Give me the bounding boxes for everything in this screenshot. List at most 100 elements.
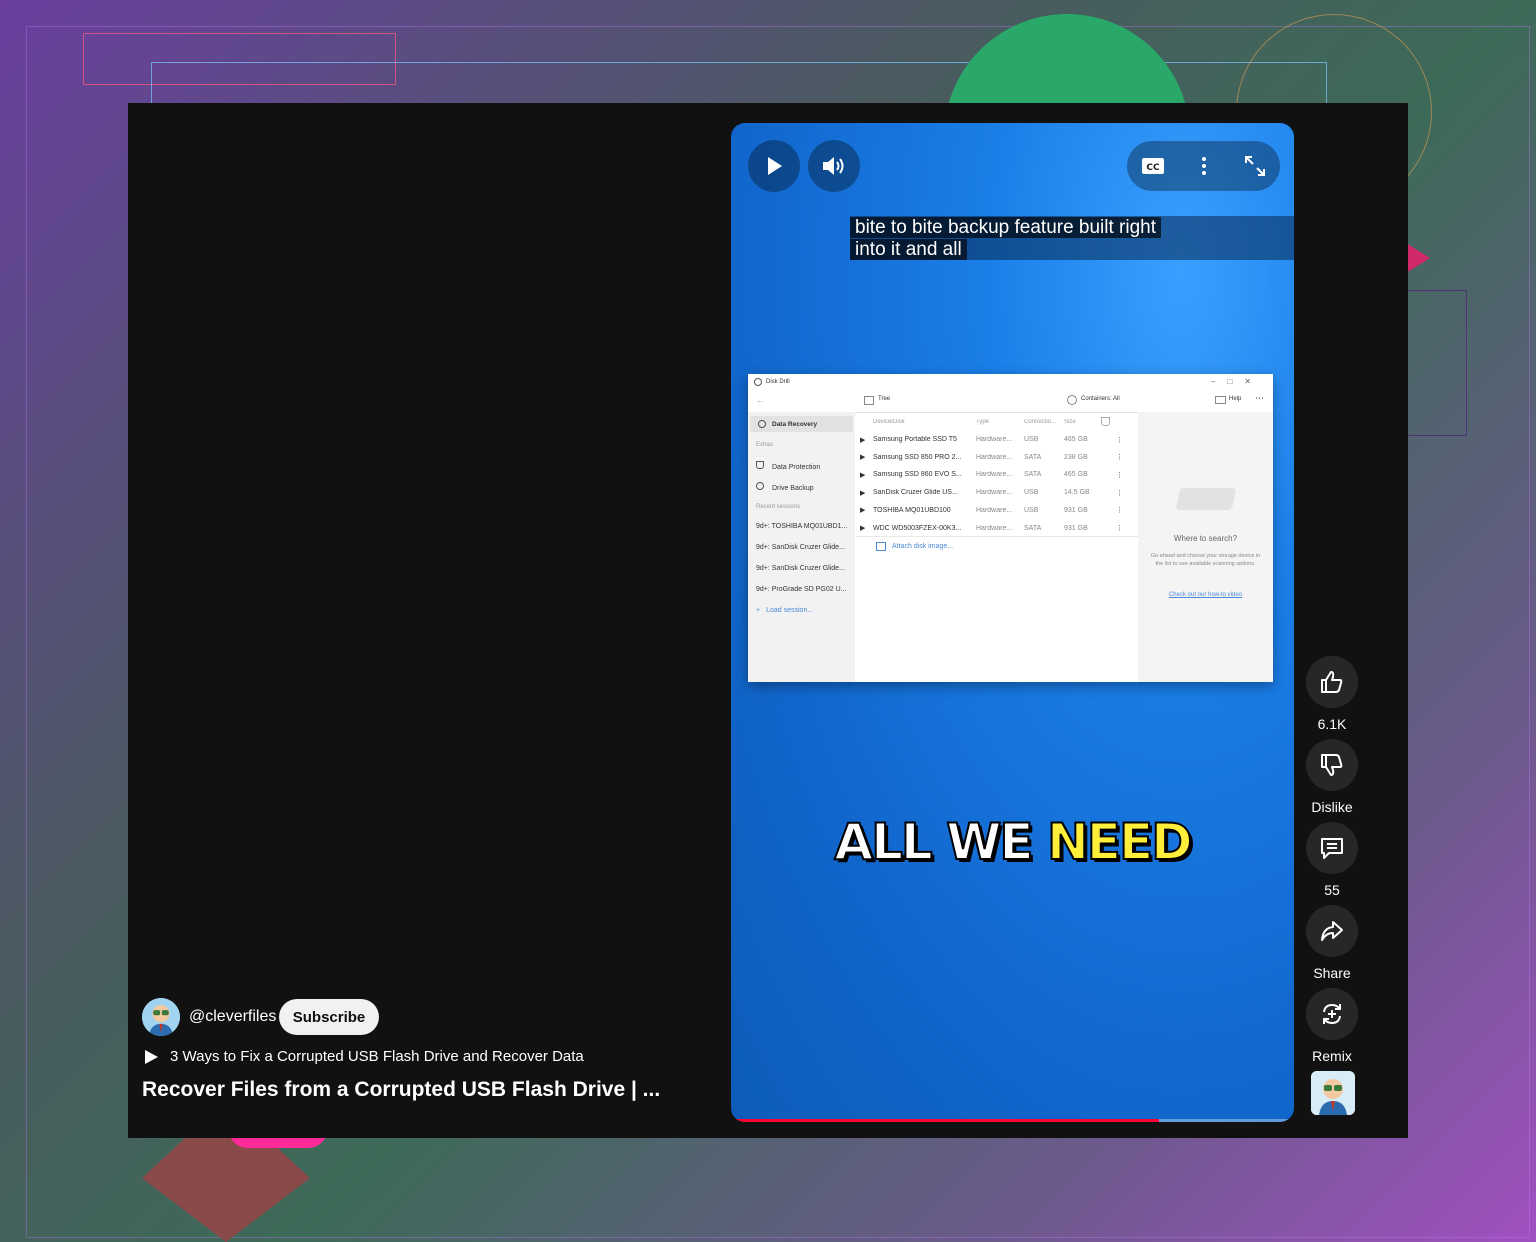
expand-arrow-icon: ▶ bbox=[860, 507, 866, 515]
app-title: Disk Drill bbox=[766, 379, 790, 385]
panel-body: Go ahead and choose your storage device … bbox=[1150, 553, 1261, 567]
progress-fill bbox=[731, 1119, 1159, 1122]
col-header: Type bbox=[976, 418, 990, 425]
session-item[interactable]: 9d+: TOSHIBA MQ01UBD1... bbox=[756, 523, 847, 530]
volume-icon bbox=[823, 157, 844, 175]
remix-button[interactable] bbox=[1306, 988, 1358, 1040]
device-row[interactable]: ▶ SanDisk Cruzer Glide US... Hardware... US… bbox=[856, 484, 1138, 501]
audio-thumbnail[interactable] bbox=[1311, 1071, 1355, 1115]
row-more-icon: ⋮ bbox=[1116, 436, 1123, 444]
sidebar-item-drive-backup[interactable]: Drive Backup bbox=[756, 482, 814, 492]
session-item[interactable]: 9d+: SanDisk Cruzer Glide... bbox=[756, 565, 845, 572]
sidebar-label: Drive Backup bbox=[772, 485, 814, 492]
comment-icon bbox=[1321, 838, 1343, 859]
device-type: Hardware... bbox=[976, 524, 1013, 532]
remix-label: Remix bbox=[1312, 1048, 1352, 1064]
how-to-video-link[interactable]: Check out our how-to video bbox=[1138, 592, 1273, 598]
device-size: 238 GB bbox=[1064, 453, 1088, 461]
device-row[interactable]: ▶ Samsung Portable SSD T5 Hardware... USB 46… bbox=[856, 431, 1138, 448]
device-size: 931 GB bbox=[1064, 524, 1088, 532]
avatar-icon bbox=[1311, 1071, 1355, 1115]
comments-button[interactable] bbox=[1306, 822, 1358, 874]
device-row[interactable]: ▶ TOSHIBA MQ01UBD100 Hardware... USB 931 GB ⋮ bbox=[856, 502, 1138, 519]
app-logo-icon bbox=[754, 378, 762, 386]
dislike-button[interactable] bbox=[1306, 739, 1358, 791]
fullscreen-icon bbox=[1244, 156, 1265, 176]
channel-avatar[interactable] bbox=[142, 998, 180, 1036]
row-more-icon: ⋮ bbox=[1116, 525, 1123, 532]
row-more-icon: ⋮ bbox=[1116, 454, 1123, 462]
related-video-title: 3 Ways to Fix a Corrupted USB Flash Driv… bbox=[170, 1048, 584, 1065]
session-item[interactable]: 9d+: ProGrade SD PG02 U... bbox=[756, 586, 846, 593]
bg-decoration bbox=[1408, 290, 1467, 436]
disk-drill-window: Disk Drill –□✕ ← Tree Containers: All He… bbox=[748, 374, 1273, 682]
play-button[interactable] bbox=[748, 140, 800, 192]
shield-icon bbox=[1101, 417, 1110, 426]
col-header: Size bbox=[1064, 418, 1076, 425]
view-dropdown[interactable]: Tree bbox=[878, 396, 890, 402]
plus-icon: + bbox=[756, 607, 761, 614]
containers-icon bbox=[1067, 395, 1077, 405]
sidebar-item-data-recovery[interactable]: Data Recovery bbox=[750, 416, 853, 432]
play-icon bbox=[145, 1049, 158, 1064]
dislike-label: Dislike bbox=[1311, 799, 1353, 815]
list-header: Device/Disk Type Connectio... Size bbox=[856, 413, 1138, 430]
disk-image-icon bbox=[876, 542, 886, 551]
progress-bar[interactable] bbox=[731, 1119, 1294, 1122]
thumbs-up-icon bbox=[1321, 671, 1343, 693]
window-controls: –□✕ bbox=[1211, 377, 1263, 386]
row-more-icon: ⋮ bbox=[1116, 471, 1123, 479]
device-size: 931 GB bbox=[1064, 506, 1088, 514]
help-icon bbox=[1215, 396, 1226, 404]
device-name: TOSHIBA MQ01UBD100 bbox=[873, 506, 951, 514]
share-button[interactable] bbox=[1306, 905, 1358, 957]
channel-name[interactable]: @cleverfiles bbox=[189, 1008, 276, 1026]
like-button[interactable] bbox=[1306, 656, 1358, 708]
short-video[interactable]: CC bite to bite backup feature built rig… bbox=[731, 123, 1294, 1122]
video-title[interactable]: Recover Files from a Corrupted USB Flash… bbox=[142, 1078, 660, 1102]
captions-button[interactable]: CC bbox=[1138, 151, 1168, 181]
row-more-icon: ⋮ bbox=[1116, 489, 1123, 497]
caption-line: bite to bite backup feature built right bbox=[850, 217, 1162, 238]
device-name: Samsung SSD 860 EVO S... bbox=[873, 471, 962, 479]
caption-line: into it and all bbox=[850, 239, 967, 260]
fullscreen-button[interactable] bbox=[1240, 151, 1270, 181]
device-row[interactable]: ▶ Samsung SSD 850 PRO 2... Hardware... SATA… bbox=[856, 449, 1138, 466]
share-icon bbox=[1321, 921, 1343, 941]
back-arrow-icon: ← bbox=[756, 395, 765, 405]
more-vert-icon bbox=[1201, 157, 1206, 175]
more-options-button[interactable] bbox=[1189, 151, 1219, 181]
overlay-text-highlight: NEED bbox=[1046, 812, 1194, 872]
expand-arrow-icon: ▶ bbox=[860, 489, 866, 497]
device-name: SanDisk Cruzer Glide US... bbox=[873, 489, 958, 497]
containers-dropdown[interactable]: Containers: All bbox=[1081, 396, 1120, 402]
col-header: Device/Disk bbox=[873, 418, 905, 425]
session-item[interactable]: 9d+: SanDisk Cruzer Glide... bbox=[756, 544, 845, 551]
sidebar-item-data-protection[interactable]: Data Protection bbox=[756, 461, 820, 471]
row-more-icon: ⋮ bbox=[1116, 507, 1123, 515]
dislike-action: Dislike bbox=[1306, 739, 1358, 815]
like-action: 6.1K bbox=[1306, 656, 1358, 732]
panel-heading: Where to search? bbox=[1173, 534, 1238, 543]
expand-arrow-icon: ▶ bbox=[860, 454, 866, 462]
expand-arrow-icon: ▶ bbox=[860, 525, 866, 532]
volume-button[interactable] bbox=[808, 140, 860, 192]
sidebar-section-extras: Extras bbox=[756, 442, 774, 448]
device-name: Samsung SSD 850 PRO 2... bbox=[873, 453, 962, 461]
subscribe-button[interactable]: Subscribe bbox=[279, 999, 379, 1035]
where-to-search-panel: Where to search? Go ahead and choose you… bbox=[1138, 412, 1273, 682]
load-session-link[interactable]: + Load session... bbox=[756, 607, 813, 614]
sidebar-label: Data Recovery bbox=[772, 421, 818, 428]
device-type: Hardware... bbox=[976, 506, 1013, 514]
related-video-link[interactable]: 3 Ways to Fix a Corrupted USB Flash Driv… bbox=[142, 1048, 584, 1065]
device-row[interactable]: ▶ Samsung SSD 860 EVO S... Hardware... SATA… bbox=[856, 466, 1138, 483]
comment-count: 55 bbox=[1324, 882, 1340, 898]
overlay-text-white: ALL WE bbox=[833, 812, 1034, 872]
device-size: 465 GB bbox=[1064, 436, 1088, 443]
attach-disk-image-link[interactable]: Attach disk image... bbox=[876, 542, 953, 551]
player-controls-right: CC bbox=[1127, 141, 1280, 191]
help-link[interactable]: Help bbox=[1229, 396, 1241, 402]
sidebar-label: Data Protection bbox=[772, 464, 821, 471]
device-name: Samsung Portable SSD T5 bbox=[873, 436, 957, 443]
device-row[interactable]: ▶ WDC WD5003FZEX-00K3... Hardware... SATA 93… bbox=[856, 520, 1138, 537]
